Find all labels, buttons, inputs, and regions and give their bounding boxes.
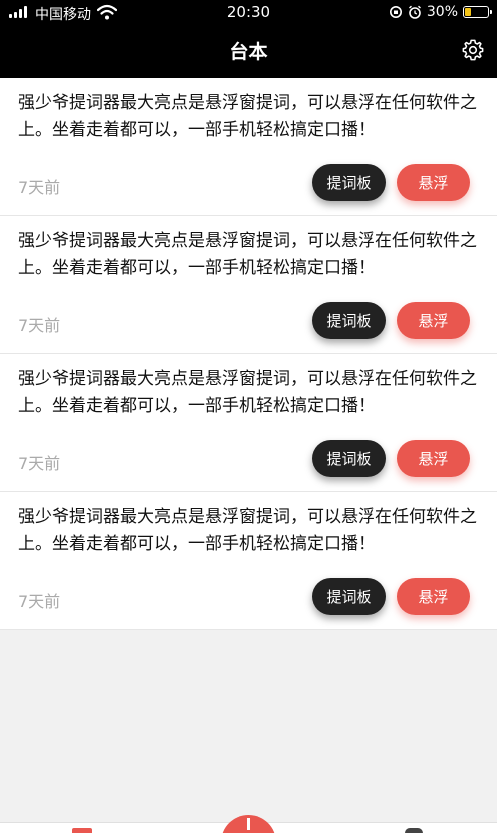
status-bar: 中国移动 20:30 30%: [0, 0, 497, 26]
teleprompter-button[interactable]: 提词板: [312, 164, 386, 201]
teleprompter-button[interactable]: 提词板: [312, 440, 386, 477]
top-bar: 中国移动 20:30 30% 台本: [0, 0, 497, 78]
script-time: 7天前: [18, 454, 61, 473]
script-text: 强少爷提词器最大亮点是悬浮窗提词，可以悬浮在任何软件之上。坐着走着都可以，一部手…: [18, 231, 477, 278]
float-button[interactable]: 悬浮: [397, 578, 470, 615]
battery-fill: [465, 8, 472, 16]
script-time: 7天前: [18, 316, 61, 335]
script-text: 强少爷提词器最大亮点是悬浮窗提词，可以悬浮在任何软件之上。坐着走着都可以，一部手…: [18, 93, 477, 140]
script-time: 7天前: [18, 592, 61, 611]
page-title: 台本: [229, 41, 268, 63]
teleprompter-button[interactable]: 提词板: [312, 302, 386, 339]
alarm-icon: [408, 5, 421, 19]
script-text: 强少爷提词器最大亮点是悬浮窗提词，可以悬浮在任何软件之上。坐着走着都可以，一部手…: [18, 369, 477, 416]
battery-icon: [463, 6, 492, 18]
float-button[interactable]: 悬浮: [397, 164, 470, 201]
rotation-lock-icon: [389, 6, 402, 18]
status-right: 30%: [389, 3, 492, 21]
teleprompter-button[interactable]: 提词板: [312, 578, 386, 615]
battery-percent: 30%: [426, 4, 458, 20]
script-time: 7天前: [18, 178, 61, 197]
script-item[interactable]: 强少爷提词器最大亮点是悬浮窗提词，可以悬浮在任何软件之上。坐着走着都可以，一部手…: [0, 492, 497, 630]
script-item[interactable]: 强少爷提词器最大亮点是悬浮窗提词，可以悬浮在任何软件之上。坐着走着都可以，一部手…: [0, 354, 497, 492]
script-item[interactable]: 强少爷提词器最大亮点是悬浮窗提词，可以悬浮在任何软件之上。坐着走着都可以，一部手…: [0, 216, 497, 354]
script-text: 强少爷提词器最大亮点是悬浮窗提词，可以悬浮在任何软件之上。坐着走着都可以，一部手…: [18, 507, 477, 554]
float-button[interactable]: 悬浮: [397, 440, 470, 477]
script-list: 强少爷提词器最大亮点是悬浮窗提词，可以悬浮在任何软件之上。坐着走着都可以，一部手…: [0, 78, 497, 630]
script-item[interactable]: 强少爷提词器最大亮点是悬浮窗提词，可以悬浮在任何软件之上。坐着走着都可以，一部手…: [0, 78, 497, 216]
add-script-button[interactable]: [221, 815, 276, 833]
gear-icon[interactable]: [462, 39, 484, 61]
float-button[interactable]: 悬浮: [397, 302, 470, 339]
scripts-tab-icon[interactable]: [72, 828, 92, 833]
plus-icon: [247, 818, 250, 830]
profile-tab-icon[interactable]: [405, 828, 423, 833]
